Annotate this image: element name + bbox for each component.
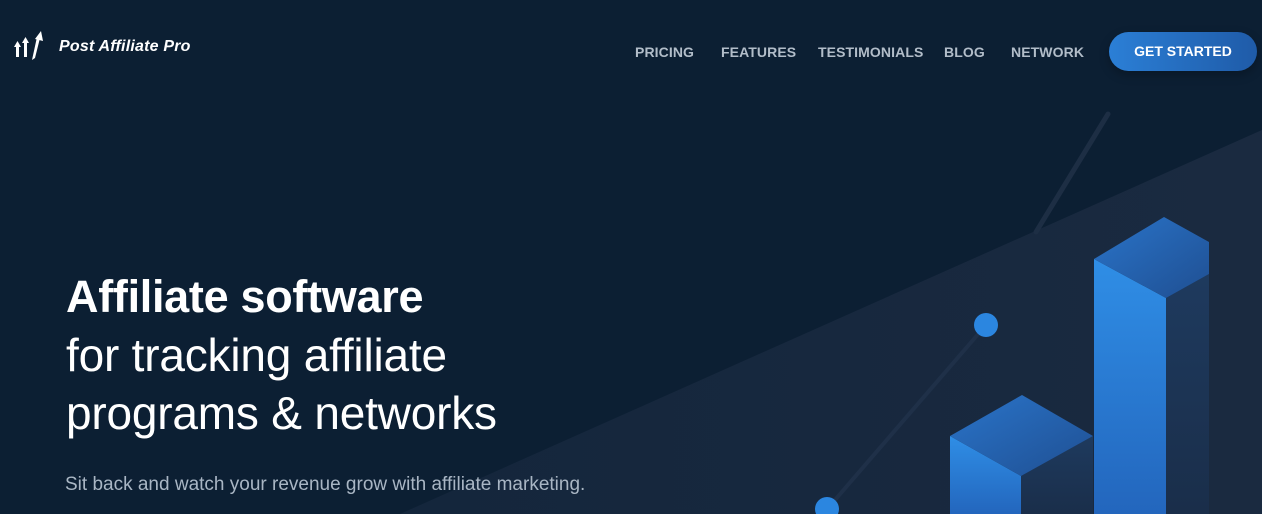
- hero-subtitle-line-2: programs & networks: [66, 387, 497, 439]
- bar-tall: [1094, 217, 1209, 514]
- hero-title: Affiliate software: [66, 271, 424, 322]
- nav-link-features[interactable]: FEATURES: [721, 44, 796, 60]
- hero-subtitle-line-1: for tracking affiliate: [66, 329, 447, 381]
- nav-link-pricing[interactable]: PRICING: [635, 44, 694, 60]
- get-started-button[interactable]: GET STARTED: [1109, 32, 1257, 71]
- page: Post Affiliate Pro PRICING FEATURES TEST…: [0, 0, 1262, 514]
- growth-node-upper: [974, 313, 998, 337]
- main-nav: PRICING FEATURES TESTIMONIALS BLOG NETWO…: [0, 40, 1262, 64]
- nav-link-network[interactable]: NETWORK: [1011, 44, 1084, 60]
- site-header: Post Affiliate Pro PRICING FEATURES TEST…: [0, 0, 1262, 100]
- hero-description: Sit back and watch your revenue grow wit…: [65, 474, 586, 495]
- nav-link-blog[interactable]: BLOG: [944, 44, 985, 60]
- hero-section: Affiliate software for tracking affiliat…: [66, 268, 706, 442]
- nav-link-testimonials[interactable]: TESTIMONIALS: [818, 44, 923, 60]
